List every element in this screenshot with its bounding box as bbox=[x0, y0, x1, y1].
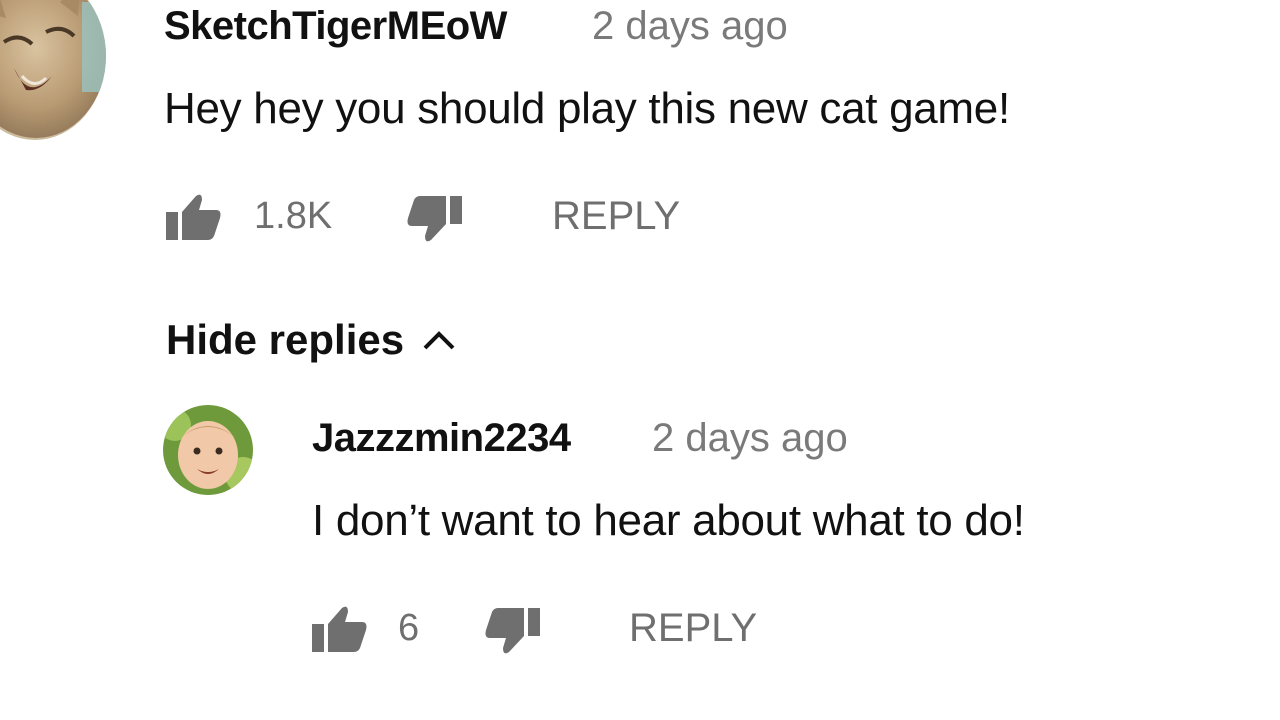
hide-replies-label: Hide replies bbox=[166, 316, 405, 363]
thumbs-down-icon[interactable] bbox=[406, 194, 464, 244]
reply-timestamp[interactable]: 2 days ago bbox=[652, 416, 848, 461]
thumbs-down-icon[interactable] bbox=[484, 606, 542, 656]
comment-text: Hey hey you should play this new cat gam… bbox=[164, 84, 1010, 133]
reply-author[interactable]: Jazzzmin2234 bbox=[312, 416, 571, 461]
comment-timestamp[interactable]: 2 days ago bbox=[592, 4, 788, 49]
comment-thread: SketchTigerMEoW 2 days ago Hey hey you s… bbox=[0, 0, 1280, 720]
thumbs-up-icon[interactable] bbox=[312, 604, 368, 654]
thumbs-up-icon[interactable] bbox=[166, 192, 222, 242]
cat-avatar-icon bbox=[0, 0, 106, 140]
comment-author[interactable]: SketchTigerMEoW bbox=[164, 4, 507, 49]
chevron-up-icon bbox=[423, 331, 455, 350]
hide-replies-toggle[interactable]: Hide replies bbox=[166, 316, 456, 364]
baby-avatar-icon bbox=[163, 405, 253, 495]
reply-reply-button[interactable]: REPLY bbox=[629, 606, 757, 651]
reply-button[interactable]: REPLY bbox=[552, 194, 680, 239]
like-count: 1.8K bbox=[254, 195, 333, 237]
reply-text: I don’t want to hear about what to do! bbox=[312, 496, 1025, 545]
comment-avatar[interactable] bbox=[0, 0, 106, 140]
reply-avatar[interactable] bbox=[163, 405, 253, 495]
reply-like-count: 6 bbox=[398, 607, 420, 649]
